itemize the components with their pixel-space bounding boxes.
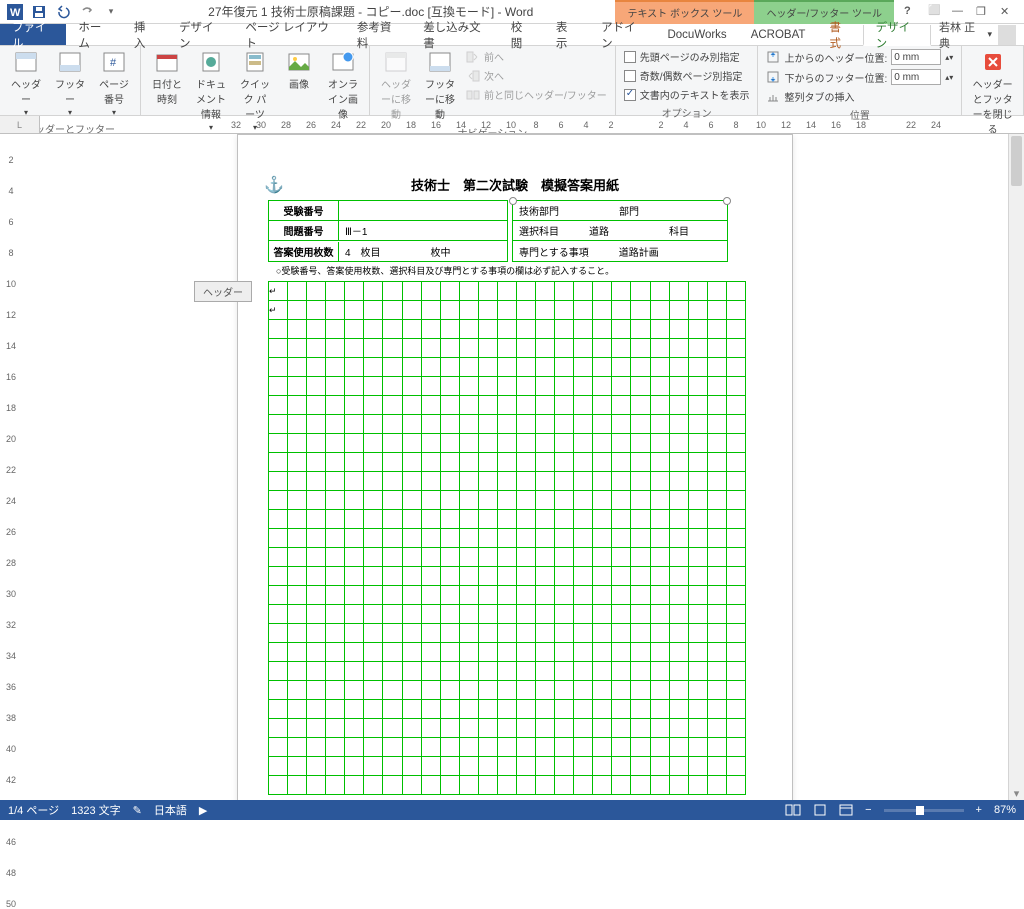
footer-from-bottom[interactable]: 下からのフッター位置:0 mm▴▾ <box>764 68 955 86</box>
document-area[interactable]: ⚓ ヘッダー 技術士 第二次試験 模擬答案用紙 受験番号 問題番号Ⅲ－1 答案使… <box>22 134 1008 800</box>
status-bar: 1/4 ページ 1323 文字 ✎ 日本語 ▶ − + 87% <box>0 800 1024 820</box>
tab-view[interactable]: 表示 <box>544 24 589 45</box>
tab-home[interactable]: ホーム <box>66 24 121 45</box>
answer-grid: ↵↵ <box>268 281 746 795</box>
tab-mailings[interactable]: 差し込み文書 <box>411 24 499 45</box>
goto-footer-button[interactable]: フッターに移動 <box>420 48 460 123</box>
svg-text:#: # <box>110 57 117 69</box>
form-note: ○受験番号、答案使用枚数、選択科目及び専門とする事項の欄は必ず記入すること。 <box>268 262 762 281</box>
pagenumber-button[interactable]: #ページ番号▾ <box>94 48 134 119</box>
form-left-box: 受験番号 問題番号Ⅲ－1 答案使用枚数4 枚目 枚中 <box>268 200 508 262</box>
document-title: 技術士 第二次試験 模擬答案用紙 <box>268 175 762 194</box>
scroll-down-icon[interactable]: ▾ <box>1011 786 1022 800</box>
zoom-slider[interactable] <box>884 809 964 812</box>
footer-button[interactable]: フッター▾ <box>50 48 90 119</box>
view-web-icon[interactable] <box>839 804 853 816</box>
goto-header-button: ヘッダーに移動 <box>376 48 416 123</box>
view-print-icon[interactable] <box>813 804 827 816</box>
anchor-icon: ⚓ <box>264 175 284 195</box>
word-count[interactable]: 1323 文字 <box>71 802 121 818</box>
ruler-corner[interactable]: L <box>0 116 40 134</box>
help-button[interactable]: ? <box>904 5 918 19</box>
zoom-level[interactable]: 87% <box>994 804 1016 816</box>
tab-insert[interactable]: 挿入 <box>122 24 167 45</box>
svg-text:W: W <box>10 7 21 19</box>
form-right-box[interactable]: 技術部門 部門 選択科目 道路 科目 専門とする事項 道路計画 <box>512 200 728 262</box>
proofing-icon[interactable]: ✎ <box>133 804 142 817</box>
header-button[interactable]: ヘッダー▾ <box>6 48 46 119</box>
restore-button[interactable]: ❐ <box>976 5 990 19</box>
vertical-ruler[interactable]: 2468101214161820222426283032343638404244… <box>0 134 22 800</box>
tab-addins[interactable]: アドイン <box>589 24 655 45</box>
horizontal-ruler[interactable]: 3230282624222018161412108642246810121416… <box>40 116 1024 134</box>
tab-references[interactable]: 参考資料 <box>345 24 411 45</box>
tab-acrobat[interactable]: ACROBAT <box>739 24 818 45</box>
page-count[interactable]: 1/4 ページ <box>8 802 59 818</box>
view-read-icon[interactable] <box>785 804 801 816</box>
tab-format[interactable]: 書式 <box>817 24 862 45</box>
link-previous-button: 前と同じヘッダー/フッター <box>464 86 609 103</box>
vertical-scrollbar[interactable]: ▴ ▾ <box>1008 134 1024 800</box>
undo-icon[interactable] <box>52 1 74 23</box>
ribbon-display-button[interactable]: ⬜ <box>928 5 942 19</box>
tab-layout[interactable]: ページ レイアウト <box>233 24 344 45</box>
previous-button: 前へ <box>464 48 609 65</box>
language[interactable]: 日本語 <box>154 802 187 818</box>
avatar[interactable] <box>998 25 1016 45</box>
show-document-text-checkbox[interactable]: 文書内のテキストを表示 <box>622 86 752 103</box>
context-tab-headerfooter[interactable]: ヘッダー/フッター ツール <box>754 0 894 24</box>
tab-review[interactable]: 校閲 <box>499 24 544 45</box>
datetime-button[interactable]: 日付と時刻 <box>147 48 187 108</box>
online-picture-button[interactable]: オンライン画像 <box>323 48 363 123</box>
close-button[interactable]: ✕ <box>1000 5 1014 19</box>
macro-icon[interactable]: ▶ <box>199 804 207 817</box>
next-button: 次へ <box>464 67 609 84</box>
picture-button[interactable]: 画像 <box>279 48 319 93</box>
window-title: 27年復元 1 技術士原稿課題 - コピー.doc [互換モード] - Word <box>126 3 615 20</box>
different-first-page-checkbox[interactable]: 先頭ページのみ別指定 <box>622 48 752 65</box>
minimize-button[interactable]: — <box>952 5 966 19</box>
tab-docuworks[interactable]: DocuWorks <box>655 24 738 45</box>
tab-design[interactable]: デザイン <box>167 24 233 45</box>
different-odd-even-checkbox[interactable]: 奇数/偶数ページ別指定 <box>622 67 752 84</box>
insert-alignment-tab[interactable]: 整列タブの挿入 <box>764 88 955 105</box>
tab-file[interactable]: ファイル <box>0 24 66 45</box>
scroll-thumb[interactable] <box>1011 136 1022 186</box>
zoom-out-button[interactable]: − <box>865 804 871 816</box>
header-from-top[interactable]: 上からのヘッダー位置:0 mm▴▾ <box>764 48 955 66</box>
tab-design-active[interactable]: デザイン <box>863 25 931 46</box>
page[interactable]: ⚓ ヘッダー 技術士 第二次試験 模擬答案用紙 受験番号 問題番号Ⅲ－1 答案使… <box>237 134 793 800</box>
header-section-tab[interactable]: ヘッダー <box>194 281 252 302</box>
zoom-in-button[interactable]: + <box>976 804 982 816</box>
